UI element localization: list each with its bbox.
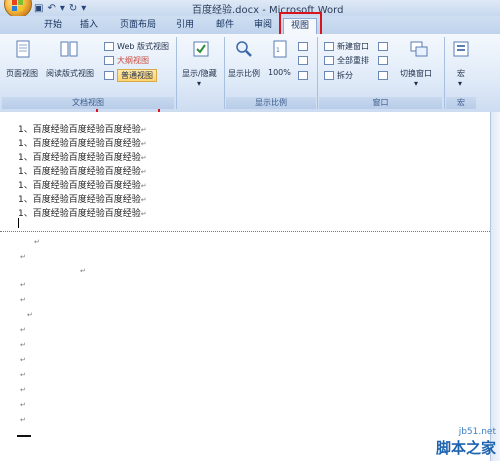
zoom-100-button[interactable]: 100%: [268, 68, 291, 77]
document-line: 1、百度经验百度经验百度经验↵: [18, 209, 147, 219]
print-layout-icon: [16, 40, 30, 58]
document-line: 1、百度经验百度经验百度经验↵: [18, 181, 147, 191]
paragraph-mark: ↵: [80, 267, 86, 275]
switch-windows-button[interactable]: 切换窗口: [400, 68, 432, 79]
tab-mailings[interactable]: 邮件: [208, 18, 242, 34]
show-hide-button[interactable]: 显示/隐藏: [182, 68, 217, 79]
draft-button[interactable]: 普通视图: [104, 68, 157, 82]
full-screen-reading-button[interactable]: 阅读版式视图: [46, 68, 94, 79]
new-window-label: 新建窗口: [337, 41, 369, 51]
macros-icon: [453, 41, 469, 57]
window-group-label: 窗口: [319, 97, 442, 109]
paragraph-mark: ↵: [34, 238, 40, 246]
redo-icon[interactable]: ↻: [69, 3, 77, 14]
document-line: 1、百度经验百度经验百度经验↵: [18, 153, 147, 163]
zoom-button[interactable]: 显示比例: [228, 68, 260, 79]
paragraph-mark: ↵: [20, 386, 26, 394]
tab-references[interactable]: 引用: [168, 18, 202, 34]
reset-window-icon: [378, 70, 388, 80]
watermark-site: jb51.net: [458, 427, 496, 437]
save-icon[interactable]: ▣: [34, 3, 43, 14]
paragraph-mark: ↵: [20, 401, 26, 409]
zoom-100-icon: 1: [273, 40, 287, 58]
zoom-group-label: 显示比例: [226, 97, 316, 109]
switch-windows-icon: [410, 41, 428, 57]
paragraph-mark: ↵: [20, 371, 26, 379]
ribbon: 页面视图 阅读版式视图 Web 版式视图 大纲视图 普通视图 文档视图 显示/隐…: [0, 34, 500, 118]
title-bar: ▣ ↶ ▾ ↻ ▾ 百度经验.docx - Microsoft Word: [0, 0, 500, 18]
macros-button[interactable]: 宏: [457, 68, 465, 79]
view-side-by-side-button[interactable]: [378, 40, 388, 52]
macros-dropdown-icon[interactable]: ▾: [458, 79, 462, 88]
split-icon: [324, 70, 334, 80]
watermark-brand: 脚本之家: [435, 439, 496, 457]
undo-dropdown-icon[interactable]: ▾: [60, 3, 65, 14]
quick-access-toolbar: ▣ ↶ ▾ ↻ ▾: [34, 1, 86, 15]
one-page-icon: [298, 41, 308, 51]
draft-icon: [104, 70, 114, 80]
split-button[interactable]: 拆分: [324, 69, 353, 81]
outline-button[interactable]: 大纲视图: [104, 54, 149, 66]
zoom-magnifier-icon: [236, 41, 252, 57]
full-screen-reading-icon: [60, 41, 78, 57]
tab-page-layout[interactable]: 页面布局: [112, 18, 164, 34]
group-separator: [444, 37, 445, 109]
document-line: 1、百度经验百度经验百度经验↵: [18, 139, 147, 149]
new-window-icon: [324, 41, 334, 51]
show-hide-icon: [193, 41, 209, 57]
outline-icon: [104, 55, 114, 65]
text-cursor: [18, 218, 19, 228]
group-separator: [317, 37, 318, 109]
macros-group-label: 宏: [446, 97, 476, 109]
tab-home[interactable]: 开始: [36, 18, 70, 34]
two-pages-icon: [298, 55, 308, 65]
one-page-button[interactable]: [298, 40, 308, 52]
draft-label: 普通视图: [117, 68, 157, 82]
tab-insert[interactable]: 插入: [72, 18, 106, 34]
document-line: 1、百度经验百度经验百度经验↵: [18, 125, 147, 135]
web-layout-icon: [104, 41, 114, 51]
group-separator: [176, 37, 177, 109]
print-layout-button[interactable]: 页面视图: [6, 68, 38, 79]
web-layout-button[interactable]: Web 版式视图: [104, 40, 169, 52]
paragraph-mark: ↵: [20, 356, 26, 364]
sync-scroll-icon: [378, 55, 388, 65]
page-width-button[interactable]: [298, 69, 308, 81]
two-pages-button[interactable]: [298, 54, 308, 66]
watermark: jb51.net 脚本之家: [436, 427, 496, 458]
end-of-document-marker: [17, 435, 31, 437]
group-separator: [224, 37, 225, 109]
split-label: 拆分: [337, 70, 353, 80]
sync-scroll-button[interactable]: [378, 54, 388, 66]
customize-qat-icon[interactable]: ▾: [81, 3, 86, 14]
paragraph-mark: ↵: [20, 326, 26, 334]
web-layout-label: Web 版式视图: [117, 41, 169, 51]
new-window-button[interactable]: 新建窗口: [324, 40, 369, 52]
page-break-line: [0, 231, 490, 232]
svg-text:1: 1: [276, 47, 280, 54]
page-width-icon: [298, 70, 308, 80]
document-line: 1、百度经验百度经验百度经验↵: [18, 195, 147, 205]
outline-label: 大纲视图: [117, 55, 149, 65]
arrange-all-icon: [324, 55, 334, 65]
show-hide-dropdown-icon[interactable]: ▾: [197, 79, 201, 88]
ribbon-tab-row: 开始 插入 页面布局 引用 邮件 审阅 视图: [0, 16, 500, 34]
side-by-side-icon: [378, 41, 388, 51]
paragraph-mark: ↵: [20, 416, 26, 424]
office-logo-icon: [12, 0, 23, 11]
doc-views-group-label: 文档视图: [2, 97, 174, 109]
vertical-scrollbar[interactable]: [490, 112, 500, 461]
arrange-all-label: 全部重排: [337, 55, 369, 65]
arrange-all-button[interactable]: 全部重排: [324, 54, 369, 66]
document-line: 1、百度经验百度经验百度经验↵: [18, 167, 147, 177]
paragraph-mark: ↵: [20, 341, 26, 349]
reset-window-button[interactable]: [378, 69, 388, 81]
paragraph-mark: ↵: [20, 296, 26, 304]
tab-review[interactable]: 审阅: [246, 18, 280, 34]
switch-windows-dropdown-icon[interactable]: ▾: [414, 79, 418, 88]
paragraph-mark: ↵: [20, 253, 26, 261]
undo-icon[interactable]: ↶: [47, 3, 55, 14]
paragraph-mark: ↵: [20, 281, 26, 289]
paragraph-mark: ↵: [27, 311, 33, 319]
